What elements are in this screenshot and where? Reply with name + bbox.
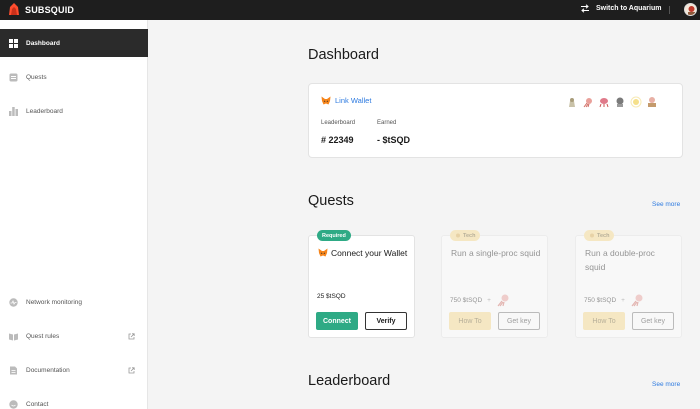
reward-amount: 750 $tSQD xyxy=(584,296,617,304)
leaderboard-stat-value: # 22349 xyxy=(321,135,354,145)
tag-label: Tech xyxy=(597,232,610,239)
top-bar: SUBSQUID Switch to Aquarium xyxy=(0,0,700,20)
switch-to-aquarium-button[interactable]: Switch to Aquarium xyxy=(580,4,661,13)
sidebar-item-quests[interactable]: Quests xyxy=(0,63,148,91)
topbar-divider xyxy=(669,6,670,14)
sidebar: Dashboard Quests Leaderboard Network mon… xyxy=(0,20,148,409)
earned-stat-value: - $tSQD xyxy=(377,135,411,145)
how-to-button[interactable]: How To xyxy=(583,312,625,330)
tech-squid-icon xyxy=(590,233,594,237)
leaderboard-stat-label: Leaderboard xyxy=(321,120,356,126)
connect-button[interactable]: Connect xyxy=(316,312,358,330)
squid-chest-badge-icon xyxy=(648,97,656,107)
link-wallet-link[interactable]: Link Wallet xyxy=(321,96,371,105)
squid-diver-badge-icon xyxy=(616,97,624,107)
leaderboard-bars-icon xyxy=(9,106,18,116)
sidebar-item-leaderboard[interactable]: Leaderboard xyxy=(0,97,148,125)
quest-reward: 750 $tSQD + xyxy=(584,293,644,307)
tech-tag: Tech xyxy=(584,230,615,241)
badges-row xyxy=(566,96,658,108)
swap-arrows-icon xyxy=(581,4,589,13)
reward-amount: 750 $tSQD xyxy=(450,296,483,304)
external-link-icon xyxy=(128,366,135,373)
quest-title: Connect your Wallet xyxy=(318,246,410,260)
squid-nft-icon xyxy=(631,294,643,307)
sidebar-item-label: Documentation xyxy=(26,366,70,374)
leaderboard-see-more-link[interactable]: See more xyxy=(652,381,680,388)
quests-title: Quests xyxy=(308,193,354,209)
switch-label: Switch to Aquarium xyxy=(596,5,662,12)
quest-reward: 25 $tSQD xyxy=(317,293,346,300)
main-content: Dashboard Link Wallet Leaderboard # 2234… xyxy=(148,20,700,409)
squid-chef-badge-icon xyxy=(569,98,575,107)
plus-sign: + xyxy=(621,296,625,304)
tech-squid-icon xyxy=(456,233,460,237)
sidebar-item-label: Quest rules xyxy=(26,332,60,340)
sidebar-item-contact[interactable]: Contact xyxy=(0,390,148,409)
plus-sign: + xyxy=(487,296,491,304)
quest-card-single-proc-squid: Tech Run a single-proc squid 750 $tSQD +… xyxy=(441,230,548,338)
quest-title: Run a single-proc squid xyxy=(451,248,541,258)
sidebar-item-network-monitoring[interactable]: Network monitoring xyxy=(0,288,148,316)
earned-stat-label: Earned xyxy=(377,120,397,126)
sidebar-item-label: Leaderboard xyxy=(26,107,63,115)
dashboard-card: Link Wallet Leaderboard # 22349 Earned -… xyxy=(308,83,683,158)
metamask-fox-icon xyxy=(321,96,331,105)
sidebar-item-label: Quests xyxy=(26,73,47,81)
sidebar-item-dashboard[interactable]: Dashboard xyxy=(0,29,148,57)
leaderboard-title: Leaderboard xyxy=(308,373,391,389)
network-monitoring-icon xyxy=(9,297,18,307)
sidebar-item-label: Contact xyxy=(26,400,49,408)
sidebar-item-label: Network monitoring xyxy=(26,298,82,306)
quests-icon xyxy=(9,73,18,81)
tag-label: Tech xyxy=(463,232,476,239)
verify-button[interactable]: Verify xyxy=(365,312,407,330)
reward-amount: 25 $tSQD xyxy=(317,293,346,300)
sidebar-item-label: Dashboard xyxy=(26,39,60,47)
subsquid-logo-icon xyxy=(9,3,19,15)
link-wallet-label: Link Wallet xyxy=(335,96,372,105)
quest-card-double-proc-squid: Tech Run a double-proc squid 750 $tSQD +… xyxy=(575,230,682,338)
sidebar-item-documentation[interactable]: Documentation xyxy=(0,356,148,384)
book-icon xyxy=(9,333,18,340)
quest-title: Run a double-proc squid xyxy=(585,248,655,272)
squid-red-badge-icon xyxy=(583,98,592,108)
quest-card-connect-wallet: Required Connect your Wallet 25 $tSQD Co… xyxy=(308,230,415,338)
metamask-fox-icon xyxy=(318,248,328,257)
quests-see-more-link[interactable]: See more xyxy=(652,201,680,208)
get-key-button[interactable]: Get key xyxy=(498,312,540,330)
quest-title-text: Connect your Wallet xyxy=(331,248,408,258)
squid-nft-icon xyxy=(497,294,509,307)
external-link-icon xyxy=(128,332,135,339)
contact-icon xyxy=(9,399,18,409)
page-title: Dashboard xyxy=(308,47,379,63)
dashboard-grid-icon xyxy=(9,38,18,48)
get-key-button[interactable]: Get key xyxy=(632,312,674,330)
avatar-icon xyxy=(688,6,695,15)
documentation-icon xyxy=(10,366,17,374)
how-to-button[interactable]: How To xyxy=(449,312,491,330)
sidebar-item-quest-rules[interactable]: Quest rules xyxy=(0,322,148,350)
avatar[interactable] xyxy=(684,3,697,16)
logo[interactable]: SUBSQUID xyxy=(8,3,74,16)
tech-tag: Tech xyxy=(450,230,481,241)
quest-reward: 750 $tSQD + xyxy=(450,293,510,307)
sun-badge-icon xyxy=(630,96,642,108)
squid-pink-badge-icon xyxy=(599,98,609,108)
required-tag: Required xyxy=(317,230,351,241)
app-name: SUBSQUID xyxy=(25,4,75,15)
